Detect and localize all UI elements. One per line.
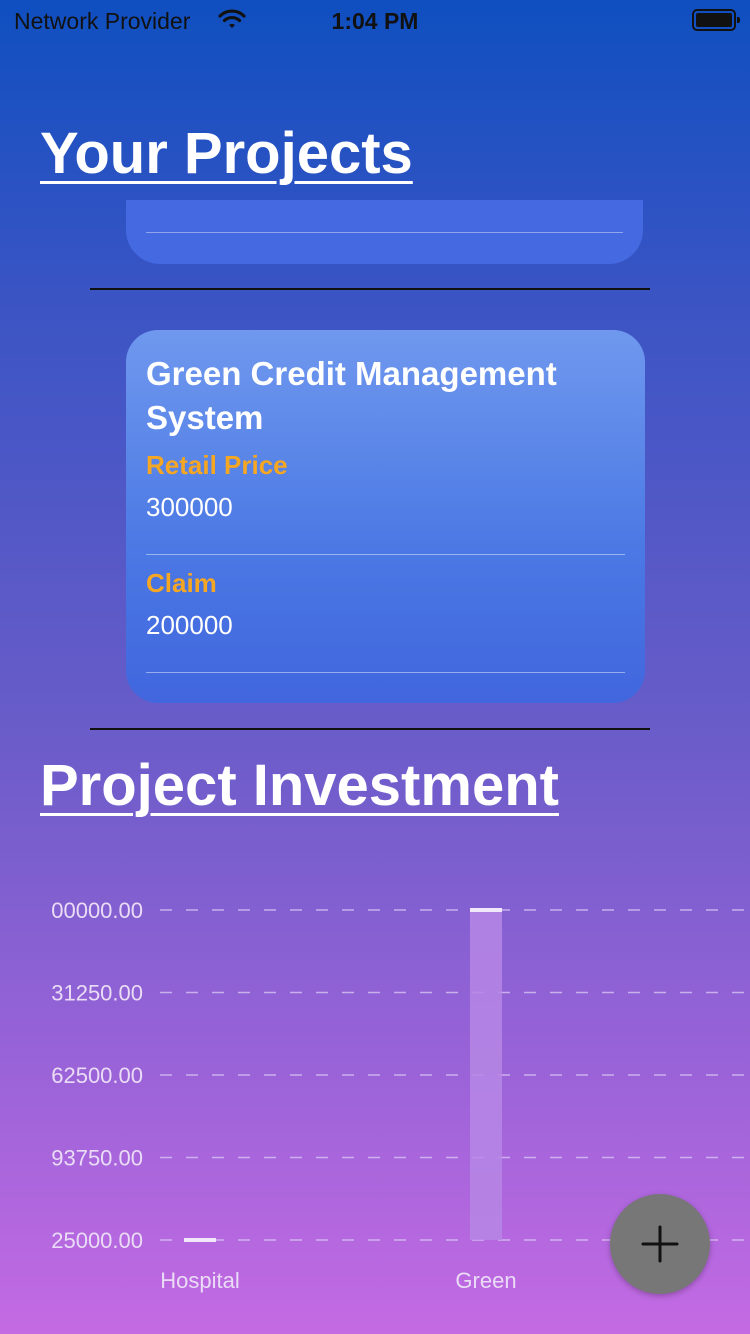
add-project-button[interactable] — [610, 1194, 710, 1294]
bar-cap-green — [470, 908, 502, 912]
project-name: Green Credit Management System — [146, 355, 557, 436]
status-bar: Network Provider 1:04 PM — [0, 0, 750, 40]
claim-label: Claim — [146, 568, 217, 598]
retail-price-label: Retail Price — [146, 450, 288, 480]
status-time: 1:04 PM — [331, 8, 419, 34]
card-divider — [146, 672, 625, 673]
y-tick-label: 62500.00 — [51, 1063, 143, 1088]
retail-price-value: 300000 — [146, 492, 233, 522]
y-tick-label: 31250.00 — [51, 981, 143, 1006]
project-card-previous[interactable] — [126, 200, 643, 264]
card-divider — [146, 232, 623, 233]
card-divider — [146, 554, 625, 555]
project-card[interactable]: Green Credit Management System Retail Pr… — [126, 330, 645, 703]
y-tick-label: 93750.00 — [51, 1146, 143, 1171]
bar-cap-hospital — [184, 1238, 216, 1242]
your-projects-title: Your Projects — [40, 121, 413, 186]
section-divider — [90, 288, 650, 290]
project-investment-title: Project Investment — [40, 753, 559, 818]
x-tick-label: Green — [455, 1268, 516, 1293]
plus-icon — [641, 1225, 679, 1263]
claim-value: 200000 — [146, 610, 233, 640]
x-tick-label: Hospital — [160, 1268, 239, 1293]
section-divider — [90, 728, 650, 730]
battery-icon — [692, 9, 740, 31]
y-tick-label: 00000.00 — [51, 898, 143, 923]
bar-green — [470, 910, 502, 1240]
y-tick-label: 25000.00 — [51, 1228, 143, 1253]
